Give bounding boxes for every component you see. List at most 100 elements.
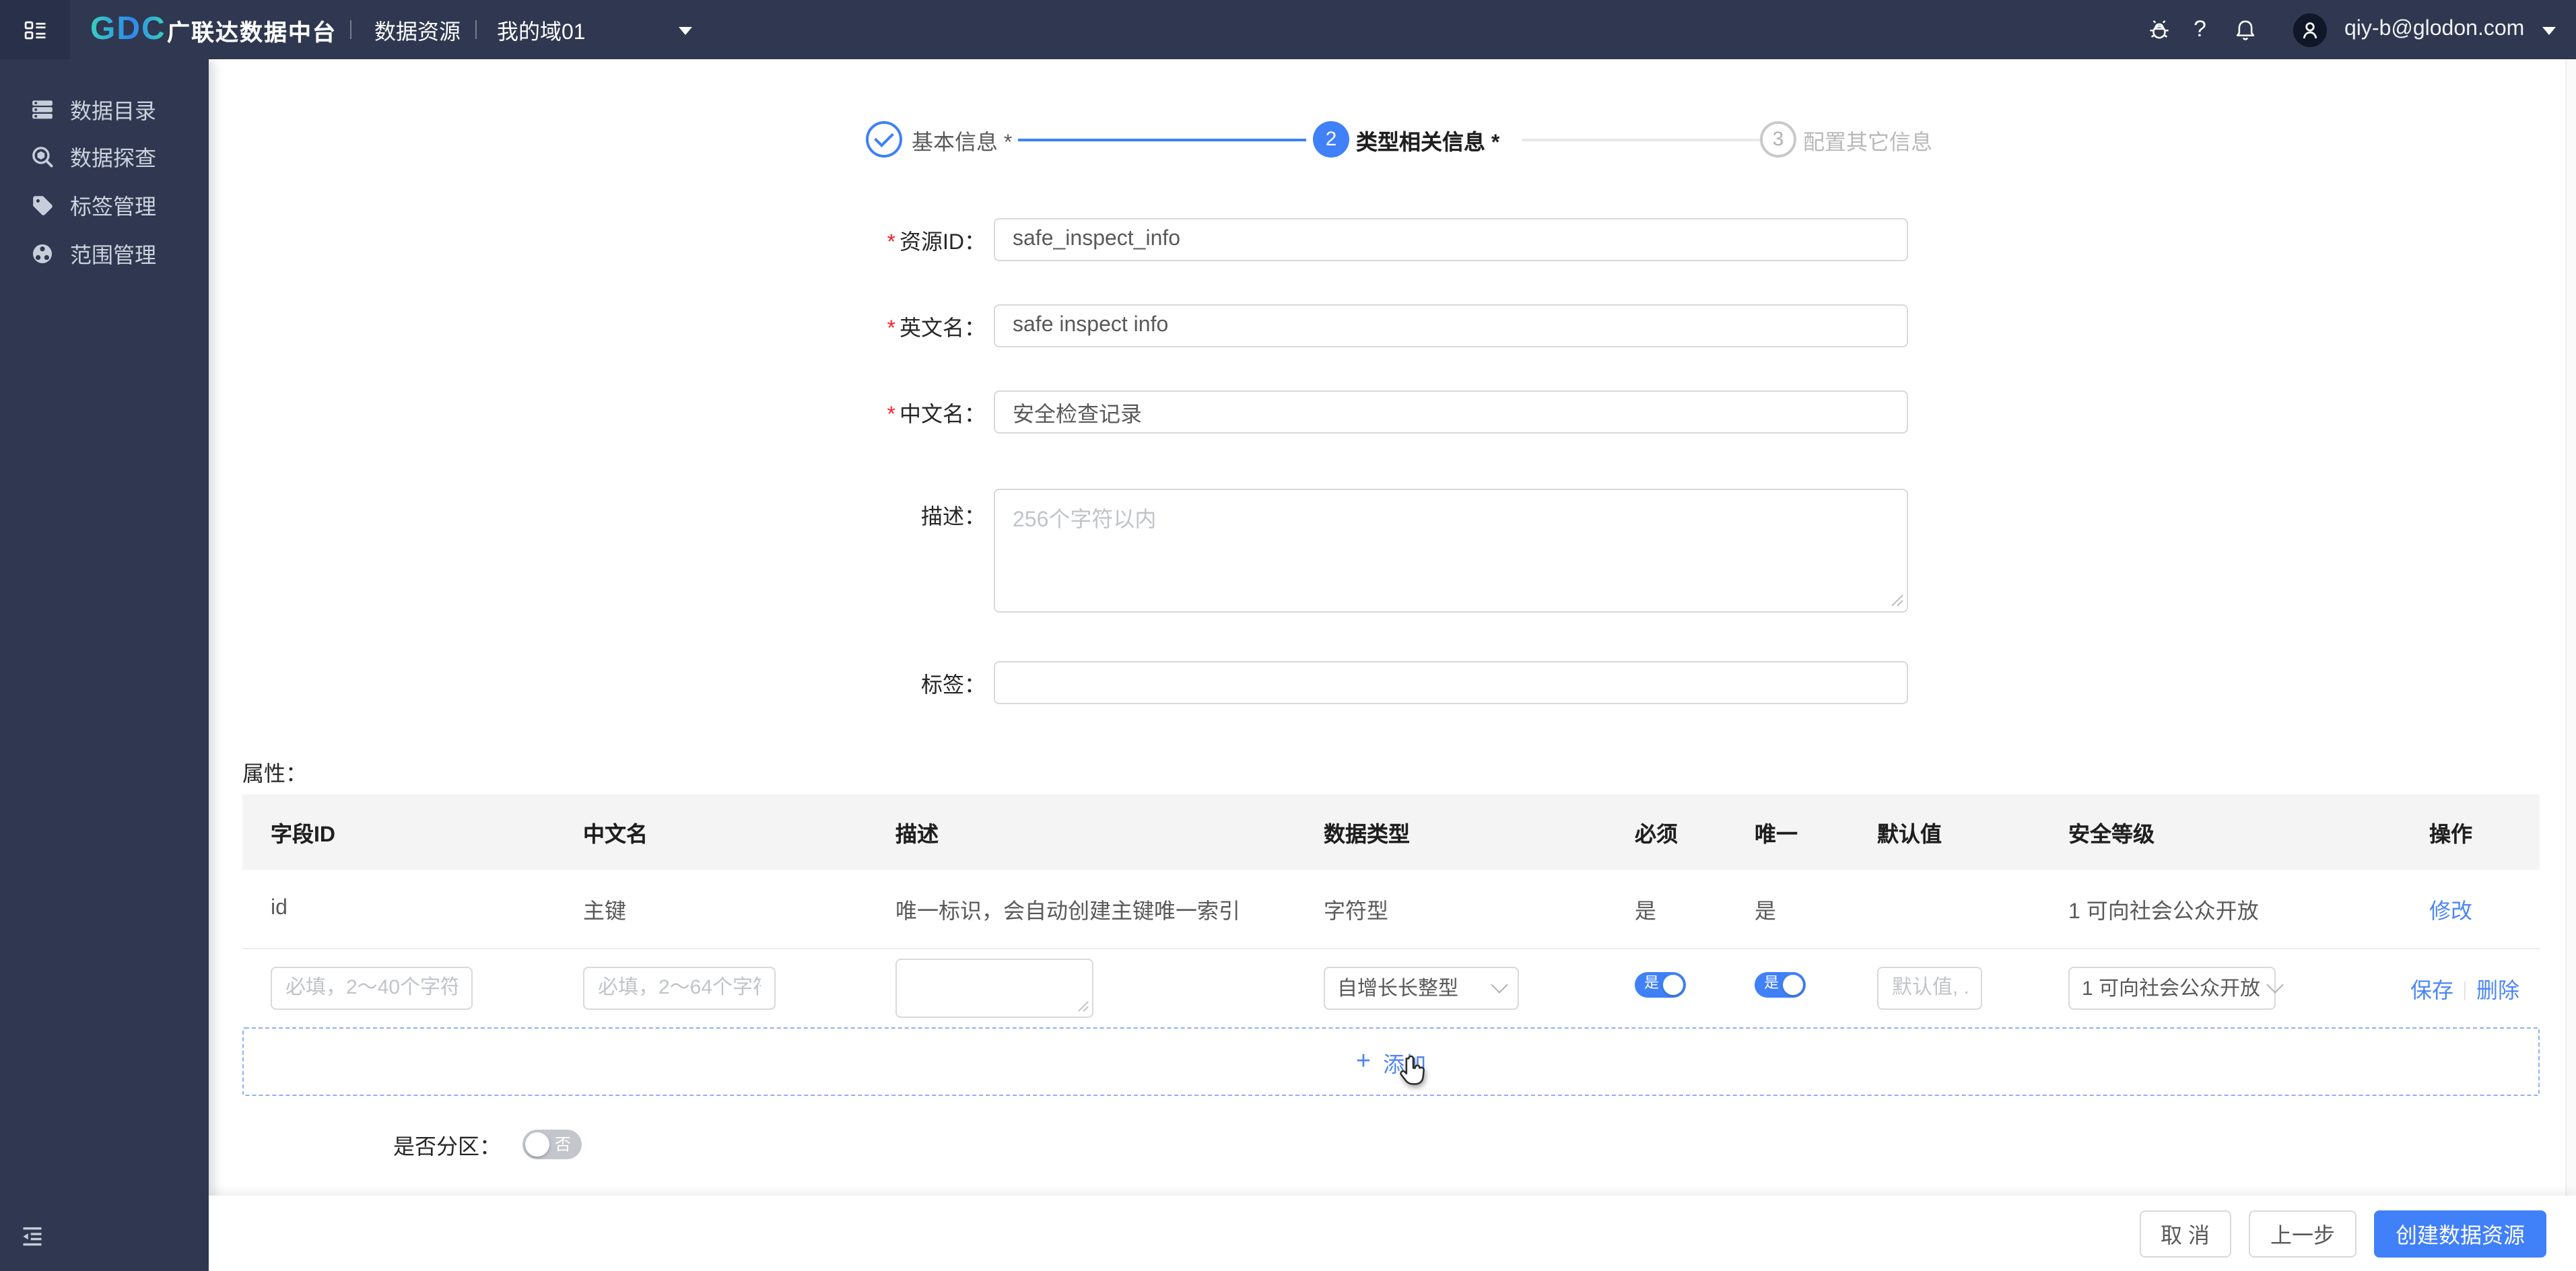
step-connector-done — [1018, 139, 1306, 141]
save-link[interactable]: 保存 — [2410, 980, 2453, 1002]
notifications-button[interactable] — [2234, 0, 2257, 59]
bug-icon — [2150, 20, 2169, 38]
apps-menu-icon — [24, 20, 45, 39]
english-name-input[interactable] — [994, 304, 1908, 347]
sidebar-item-tag-manage[interactable]: 标签管理 — [0, 182, 209, 228]
topbar: GDC 广联达数据中台 数据资源 我的域01 ? qiy-b@glodon.co… — [0, 0, 2576, 59]
toggle-knob — [525, 1132, 549, 1157]
bug-report-button[interactable] — [2148, 0, 2171, 59]
scope-manage-icon — [32, 243, 53, 263]
form-row-english-name: * 英文名： — [209, 304, 2576, 347]
user-avatar[interactable] — [2293, 0, 2327, 59]
edit-link[interactable]: 修改 — [2429, 901, 2472, 924]
default-value-input[interactable] — [1877, 966, 1982, 1009]
required-mark: * — [887, 232, 895, 254]
action-divider — [2464, 982, 2466, 1001]
col-header-data-type: 数据类型 — [1324, 824, 1411, 847]
cell-cn-name: 主键 — [583, 901, 627, 924]
main-content: 基本信息 * 2 类型相关信息 * 3 配置其它信息 *资源ID： *英文名： … — [209, 59, 2576, 1271]
cancel-button[interactable]: 取 消 — [2139, 1210, 2231, 1257]
chinese-name-label: * 中文名： — [887, 404, 986, 427]
cell-required: 是 — [1635, 901, 1657, 924]
nav-data-resource[interactable]: 数据资源 — [374, 0, 461, 59]
data-type-select[interactable]: 自增长长整型 — [1324, 966, 1519, 1009]
description-textarea[interactable] — [994, 489, 1908, 613]
table-edit-row: 自增长长整型 是 是 — [242, 949, 2540, 1026]
step-2-label: 类型相关信息 * — [1356, 131, 1500, 154]
collapse-sidebar-icon — [23, 1227, 42, 1246]
data-explore-icon — [32, 146, 53, 167]
tag-manage-icon — [33, 195, 53, 215]
cell-data-type: 字符型 — [1324, 901, 1389, 924]
delete-link[interactable]: 删除 — [2476, 980, 2519, 1002]
add-field-label: 添加 — [1383, 1054, 1427, 1076]
topbar-divider — [350, 20, 351, 39]
col-header-description: 描述 — [895, 824, 939, 847]
step-1-label[interactable]: 基本信息 * — [912, 121, 1012, 158]
attributes-table: 字段ID 中文名 描述 数据类型 必须 唯一 默认值 安全等级 操作 id 主键… — [242, 794, 2540, 1096]
required-toggle[interactable]: 是 — [1635, 971, 1686, 997]
sidebar-item-scope-manage[interactable]: 范围管理 — [0, 230, 209, 276]
cell-security: 1 可向社会公众开放 — [2068, 901, 2259, 924]
col-header-unique: 唯一 — [1755, 824, 1798, 847]
sidebar: 数据目录 数据探查 标签管理 范围管理 — [0, 59, 209, 1271]
domain-selector[interactable]: 我的域01 — [497, 0, 586, 59]
step-3-label: 配置其它信息 — [1803, 131, 1933, 154]
resource-id-label: * 资源ID： — [887, 232, 986, 254]
product-name: 广联达数据中台 — [167, 20, 337, 45]
partition-row: 是否分区： 否 — [209, 1130, 582, 1159]
form-row-resource-id: * 资源ID： — [209, 218, 2576, 261]
partition-toggle[interactable]: 否 — [522, 1130, 582, 1159]
field-id-input[interactable] — [271, 966, 473, 1009]
english-name-label: * 英文名： — [887, 318, 986, 341]
create-data-resource-button[interactable]: 创建数据资源 — [2373, 1210, 2546, 1257]
data-catalog-icon — [32, 100, 53, 118]
step-1-circle[interactable] — [866, 121, 902, 158]
apps-menu-button[interactable] — [0, 0, 70, 59]
cn-name-input[interactable] — [583, 966, 776, 1009]
resource-id-input[interactable] — [994, 218, 1908, 261]
col-header-field-id: 字段ID — [271, 824, 336, 847]
chevron-down-icon — [1491, 976, 1508, 994]
cell-field-id: id — [271, 897, 287, 920]
description-cell-textarea[interactable] — [895, 958, 1093, 1017]
avatar — [2293, 13, 2327, 46]
check-icon — [874, 127, 894, 147]
step-3-number: 3 — [1772, 128, 1784, 151]
col-header-default: 默认值 — [1877, 824, 1942, 847]
sidebar-collapse-button[interactable] — [20, 1224, 44, 1255]
step-connector-pending — [1522, 139, 1760, 141]
gdc-logo: GDC — [90, 0, 166, 59]
table-header-row: 字段ID 中文名 描述 数据类型 必须 唯一 默认值 安全等级 操作 — [242, 794, 2540, 870]
tags-label: 标签： — [920, 675, 986, 697]
cell-unique: 是 — [1755, 901, 1777, 924]
attributes-section-label: 属性： — [242, 763, 308, 786]
sidebar-item-data-catalog[interactable]: 数据目录 — [0, 86, 209, 132]
toggle-knob — [1783, 974, 1803, 994]
partition-label: 是否分区： — [393, 1136, 501, 1159]
cell-description: 唯一标识，会自动创建主键唯一索引 — [895, 901, 1241, 924]
security-level-select[interactable]: 1 可向社会公众开放 — [2068, 966, 2283, 1009]
app-window: GDC 广联达数据中台 数据资源 我的域01 ? qiy-b@glodon.co… — [0, 0, 2576, 1271]
table-row: id 主键 唯一标识，会自动创建主键唯一索引 字符型 是 是 1 可向社会公众开… — [242, 870, 2540, 949]
bell-icon — [2236, 20, 2255, 40]
col-header-security: 安全等级 — [2068, 824, 2155, 847]
toggle-knob — [1663, 974, 1683, 994]
form-row-chinese-name: * 中文名： — [209, 390, 2576, 434]
required-mark: * — [887, 318, 895, 341]
add-field-button[interactable]: + 添加 — [242, 1027, 2540, 1096]
unique-toggle[interactable]: 是 — [1755, 971, 1806, 997]
chevron-down-icon — [2266, 976, 2283, 994]
chinese-name-input[interactable] — [994, 390, 1908, 434]
step-2-circle: 2 — [1313, 121, 1349, 158]
sidebar-item-data-explore[interactable]: 数据探查 — [0, 133, 209, 179]
col-header-actions: 操作 — [2429, 824, 2472, 847]
domain-caret-icon[interactable] — [679, 27, 692, 35]
previous-step-button[interactable]: 上一步 — [2248, 1210, 2357, 1257]
col-header-required: 必须 — [1635, 824, 1679, 847]
user-email[interactable]: qiy-b@glodon.com — [2344, 0, 2524, 59]
help-button[interactable]: ? — [2194, 0, 2206, 59]
user-menu-caret-icon[interactable] — [2542, 27, 2556, 35]
tags-input[interactable] — [994, 661, 1908, 704]
step-2-number: 2 — [1325, 128, 1337, 151]
